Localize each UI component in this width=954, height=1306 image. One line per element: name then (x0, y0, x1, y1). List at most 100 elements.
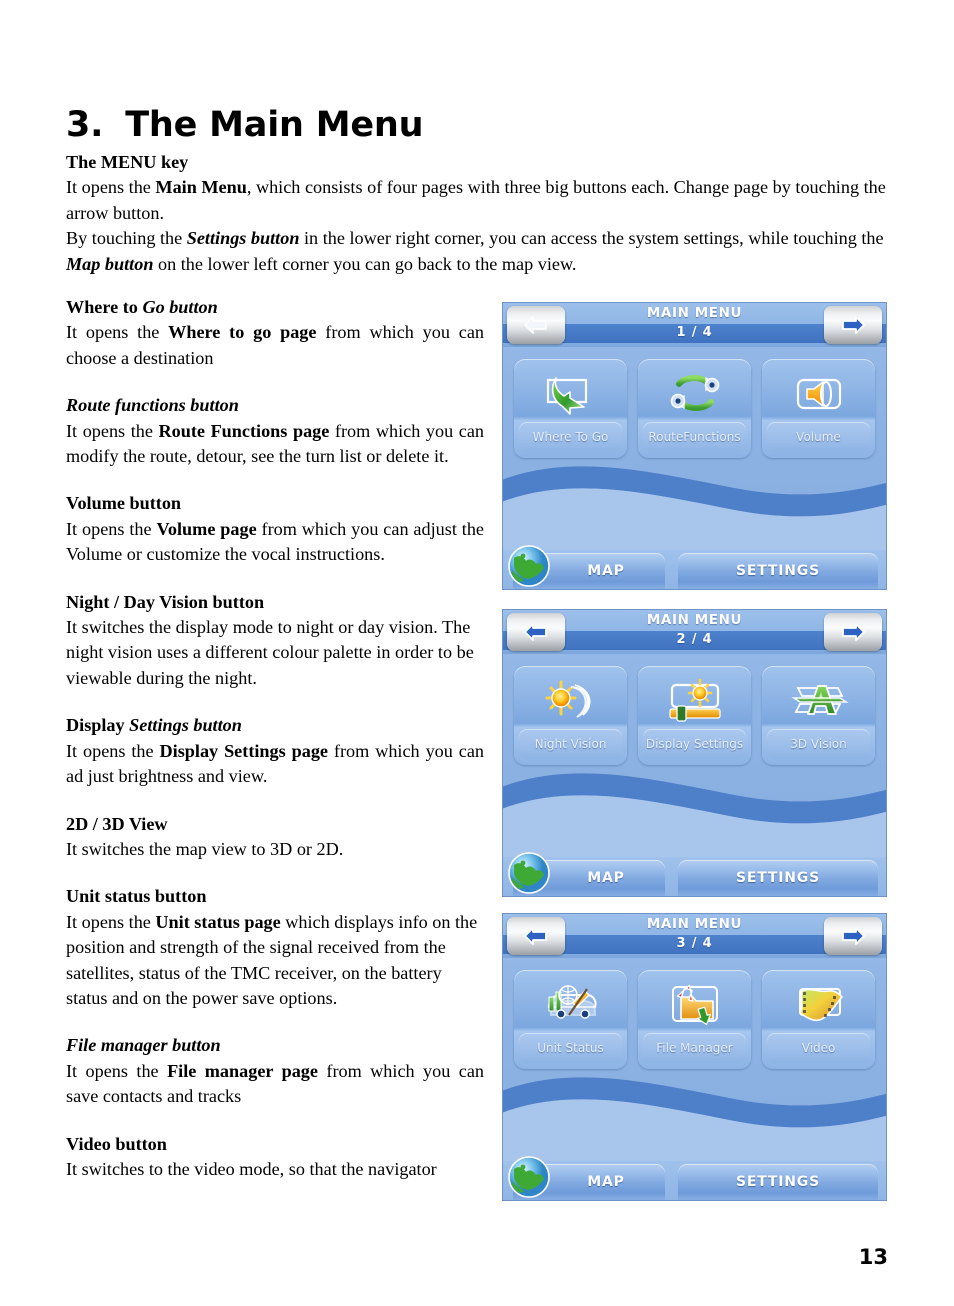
section-body: It opens the Unit status page which disp… (66, 910, 484, 1012)
intro-heading: The MENU key (66, 152, 189, 172)
section-heading: Volume button (66, 493, 182, 514)
menu-button-route-functions[interactable]: Route Functions (638, 359, 751, 458)
section-heading: Night / Day Vision button (66, 591, 265, 612)
menu-button-label: 3D Vision (767, 729, 870, 759)
intro-p2-e: on the lower left corner you can go back… (153, 253, 577, 274)
arrow-left-icon (524, 623, 547, 641)
body-bold: File manager page (167, 1060, 318, 1081)
section-file-manager: File manager button It opens the File ma… (66, 1033, 484, 1109)
menu-button-file-manager[interactable]: File Manager (638, 970, 751, 1069)
menu-button-label: Volume (767, 422, 870, 452)
previous-page-button[interactable] (507, 613, 565, 651)
previous-page-button[interactable] (507, 306, 565, 344)
menu-button-label: Where To Go (519, 422, 622, 452)
section-where-to-go: Where to Go button It opens the Where to… (66, 295, 484, 371)
heading-part-italic: File manager button (66, 1035, 221, 1056)
section-heading: 2D / 3D View (66, 813, 168, 834)
gps-screenshot-page-1: MAIN MENU 1 / 4 Where To Go Route Functi… (502, 302, 887, 590)
screen-body: Where To Go Route Functions Volume (503, 347, 886, 552)
next-page-button[interactable] (824, 306, 882, 344)
chapter-title-text: The Main Menu (125, 105, 424, 146)
section-body: It switches to the video mode, so that t… (66, 1158, 437, 1179)
menu-label-line-1: Route (648, 429, 684, 444)
settings-button[interactable]: SETTINGS (678, 860, 878, 896)
section-body: It opens the Display Settings page from … (66, 739, 484, 790)
page-number: 13 (858, 1245, 888, 1269)
section-unit-status: Unit status button It opens the Unit sta… (66, 884, 484, 1011)
section-heading: Video button (66, 1133, 167, 1154)
menu-button-video[interactable]: Video (762, 970, 875, 1069)
menu-button-label: Display Settings (643, 729, 746, 759)
intro-p2-settings: Settings button (186, 228, 300, 249)
where-to-go-icon (514, 363, 627, 425)
heading-part-italic: Go button (142, 297, 218, 317)
intro-paragraph-1: It opens the Main Menu, which consists o… (66, 175, 891, 226)
section-heading: Unit status button (66, 886, 207, 907)
body-a: It opens the (66, 322, 169, 343)
heading-part-italic: Settings button (129, 715, 242, 736)
file-manager-icon (638, 974, 751, 1036)
arrow-right-icon (842, 927, 865, 945)
globe-icon (508, 852, 550, 894)
section-night-day-vision: Night / Day Vision button It switches th… (66, 590, 484, 692)
heading-part-plain: Where to (66, 297, 143, 317)
body-a: It opens the (66, 740, 160, 761)
section-route-functions: Route functions button It opens the Rout… (66, 393, 484, 469)
document-page: 3. The Main Menu The MENU key It opens th… (0, 0, 954, 1306)
section-heading: Where to Go button (66, 295, 484, 320)
section-volume: Volume button It opens the Volume page f… (66, 491, 484, 567)
previous-page-button[interactable] (507, 917, 565, 955)
gps-screenshot-page-2: MAIN MENU 2 / 4 Night Vision Display Set… (502, 609, 887, 897)
globe-icon (508, 1156, 550, 1198)
body-bold: Unit status page (155, 911, 281, 932)
body-a: It opens the (66, 518, 157, 539)
arrow-right-icon (842, 316, 865, 334)
intro-block: The MENU key It opens the Main Menu, whi… (66, 150, 891, 277)
menu-button-3d-vision[interactable]: 3D Vision (762, 666, 875, 765)
section-body: It switches the display mode to night or… (66, 617, 474, 688)
menu-button-where-to-go[interactable]: Where To Go (514, 359, 627, 458)
menu-button-label: Route Functions (643, 422, 746, 452)
intro-p2-map: Map button (66, 253, 154, 274)
heading-part-plain: Display (66, 715, 130, 736)
body-a: It opens the (66, 911, 156, 932)
menu-button-label: Unit Status (519, 1033, 622, 1063)
page-title: 3. The Main Menu (66, 105, 424, 146)
night-vision-icon (514, 670, 627, 732)
display-settings-icon (638, 670, 751, 732)
section-heading: Display Settings button (66, 713, 484, 738)
settings-button[interactable]: SETTINGS (678, 553, 878, 589)
route-functions-icon (638, 363, 751, 425)
body-bold: Route Functions page (158, 420, 330, 441)
menu-button-volume[interactable]: Volume (762, 359, 875, 458)
section-2d-3d-view: 2D / 3D View It switches the map view to… (66, 812, 484, 863)
section-body: It switches the map view to 3D or 2D. (66, 838, 344, 859)
screen-body: Night Vision Display Settings 3D Vision (503, 654, 886, 859)
next-page-button[interactable] (824, 917, 882, 955)
menu-button-label: Video (767, 1033, 870, 1063)
body-bold: Display Settings page (159, 740, 329, 761)
menu-button-display-settings[interactable]: Display Settings (638, 666, 751, 765)
intro-p1-bold: Main Menu (155, 177, 247, 198)
menu-button-unit-status[interactable]: Unit Status (514, 970, 627, 1069)
next-page-button[interactable] (824, 613, 882, 651)
settings-button[interactable]: SETTINGS (678, 1164, 878, 1200)
arrow-left-icon (524, 927, 547, 945)
screen-bottom-bar: MAP SETTINGS (503, 545, 886, 589)
menu-button-label: Night Vision (519, 729, 622, 759)
heading-part-italic: Route functions button (66, 395, 239, 416)
gps-screenshot-page-3: MAIN MENU 3 / 4 Unit Status File Manager… (502, 913, 887, 1201)
volume-icon (762, 363, 875, 425)
body-bold: Volume page (156, 518, 257, 539)
menu-label-line-2: Functions (683, 429, 741, 444)
intro-p2-c: in the lower right corner, you can acces… (299, 228, 884, 249)
section-video: Video button It switches to the video mo… (66, 1132, 484, 1183)
menu-button-label: File Manager (643, 1033, 746, 1063)
body-a: It opens the (66, 1060, 168, 1081)
left-column: Where to Go button It opens the Where to… (66, 295, 484, 1182)
section-body: It opens the Where to go page from which… (66, 320, 484, 371)
video-icon (762, 974, 875, 1036)
chapter-number: 3. (66, 105, 104, 146)
menu-button-row: Where To Go Route Functions Volume (503, 359, 886, 459)
menu-button-night-vision[interactable]: Night Vision (514, 666, 627, 765)
